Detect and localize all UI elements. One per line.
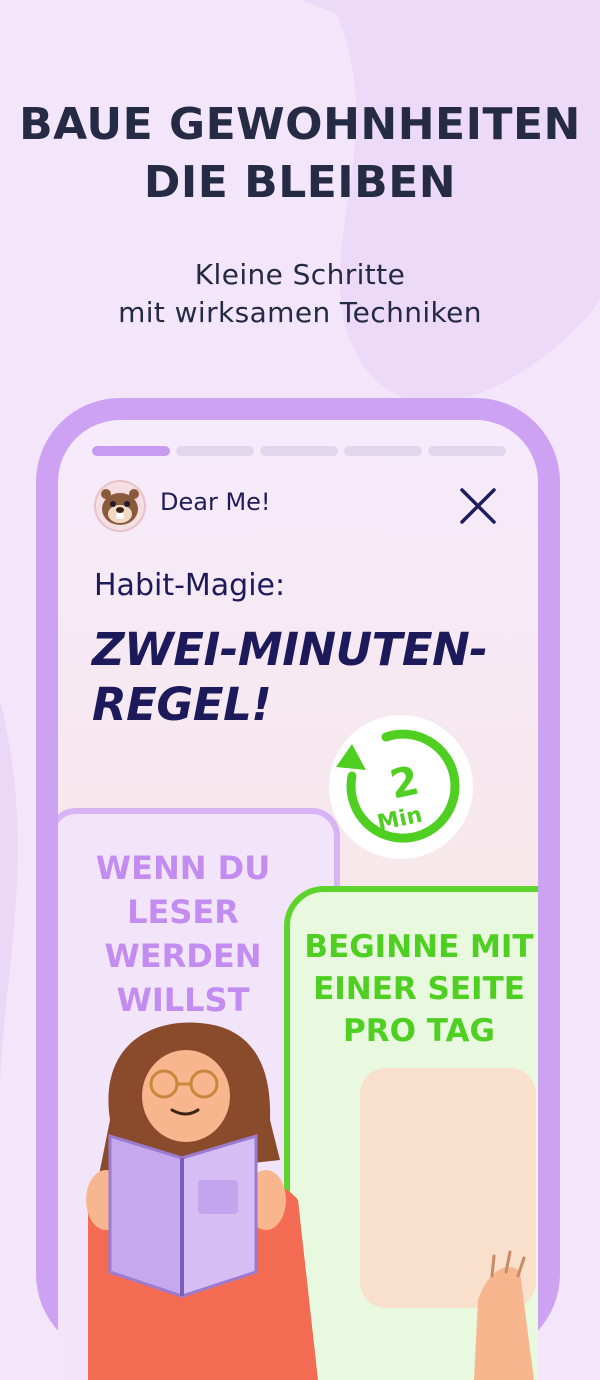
reader-goal-line-4: WILLST xyxy=(116,981,250,1019)
hero-title-line-1: BAUE GEWOHNHEITEN xyxy=(19,99,581,150)
first-step-line-1: BEGINNE MIT xyxy=(304,929,534,965)
story-title-line-1: ZWEI-MINUTEN- xyxy=(92,623,488,676)
first-step-text: BEGINNE MIT EINER SEITE PRO TAG xyxy=(294,926,538,1052)
first-step-line-3: PRO TAG xyxy=(343,1013,495,1049)
two-minute-timer-badge: 2 Min xyxy=(329,715,473,859)
first-step-line-2: EINER SEITE xyxy=(313,971,525,1007)
progress-segment-3 xyxy=(260,446,338,456)
book-page-illustration xyxy=(360,1068,536,1308)
beaver-mascot-icon xyxy=(94,480,146,532)
hero-subtitle-line-2: mit wirksamen Techniken xyxy=(118,296,482,329)
phone-frame: Dear Me! Habit-Magie: ZWEI-MINUTEN- REGE… xyxy=(36,398,560,1380)
close-icon[interactable] xyxy=(456,484,500,528)
hero-title: BAUE GEWOHNHEITEN DIE BLEIBEN xyxy=(0,96,600,212)
progress-segment-1 xyxy=(92,446,170,456)
reader-goal-text: WENN DU LESER WERDEN WILLST xyxy=(78,846,288,1022)
reader-goal-line-3: WERDEN xyxy=(104,937,262,975)
hero-title-line-2: DIE BLEIBEN xyxy=(143,157,457,208)
reader-goal-line-2: LESER xyxy=(127,893,239,931)
reader-goal-line-1: WENN DU xyxy=(95,849,271,887)
progress-segment-4 xyxy=(344,446,422,456)
story-progress xyxy=(92,446,506,456)
progress-segment-2 xyxy=(176,446,254,456)
story-screen[interactable]: Dear Me! Habit-Magie: ZWEI-MINUTEN- REGE… xyxy=(58,420,538,1380)
progress-segment-5 xyxy=(428,446,506,456)
hero-subtitle: Kleine Schritte mit wirksamen Techniken xyxy=(0,256,600,332)
app-name: Dear Me! xyxy=(160,488,271,516)
hero-subtitle-line-1: Kleine Schritte xyxy=(194,258,406,291)
story-pre-title: Habit-Magie: xyxy=(94,568,286,603)
